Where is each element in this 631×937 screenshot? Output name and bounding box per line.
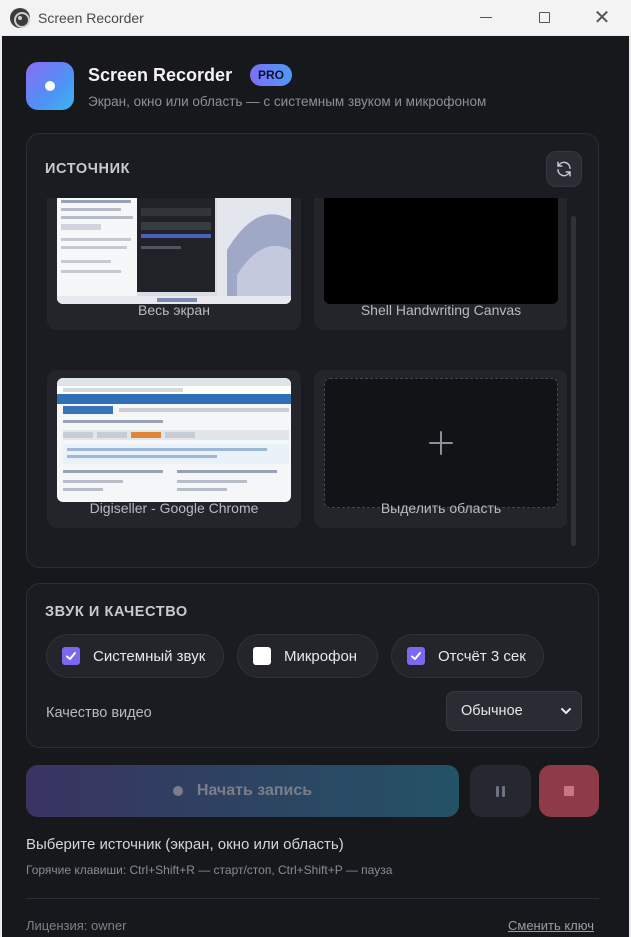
minimize-icon xyxy=(480,17,492,18)
window-title: Screen Recorder xyxy=(38,9,144,26)
app-icon xyxy=(10,7,30,28)
plus-icon xyxy=(429,431,453,455)
refresh-icon xyxy=(557,161,571,177)
source-label: Весь экран xyxy=(138,302,210,318)
sound-quality-panel: ЗВУК И КАЧЕСТВО Системный звук Микрофон … xyxy=(26,583,599,748)
start-recording-label: Начать запись xyxy=(196,782,313,799)
record-dot-icon xyxy=(172,786,183,796)
source-scrollbar[interactable] xyxy=(571,216,576,546)
pro-badge: PRO xyxy=(250,64,293,86)
stop-button[interactable] xyxy=(539,765,599,817)
video-quality-select[interactable]: Обычное xyxy=(446,691,582,731)
select-area-thumbnail xyxy=(324,378,558,508)
source-grid: Весь экран Shell Handwriting Canvas Digi… xyxy=(47,198,567,546)
source-card-full-screen[interactable]: Весь экран xyxy=(47,198,301,330)
hotkeys-hint: Горячие клавиши: Ctrl+Shift+R — старт/ст… xyxy=(26,863,393,877)
source-card-select-area[interactable]: Выделить область xyxy=(314,370,567,528)
checkbox-label: Отсчёт 3 сек xyxy=(438,647,526,665)
source-label: Выделить область xyxy=(380,500,502,516)
microphone-checkbox[interactable]: Микрофон xyxy=(237,634,378,678)
source-heading: ИСТОЧНИК xyxy=(45,161,131,177)
source-panel: ИСТОЧНИК Весь экран Shell Handwriting Ca… xyxy=(26,133,599,568)
maximize-button[interactable] xyxy=(515,0,573,35)
source-label: Digiseller - Google Chrome xyxy=(89,500,259,516)
source-card-google-chrome[interactable]: Digiseller - Google Chrome xyxy=(47,370,301,528)
close-icon: ✕ xyxy=(593,6,611,29)
checkbox-unchecked xyxy=(253,647,271,665)
check-icon xyxy=(66,652,76,660)
video-quality-label: Качество видео xyxy=(46,705,152,721)
sound-quality-heading: ЗВУК И КАЧЕСТВО xyxy=(45,604,188,620)
video-quality-value: Обычное xyxy=(461,703,523,719)
record-dot-icon xyxy=(45,81,55,91)
pause-button[interactable] xyxy=(470,765,531,817)
check-icon xyxy=(411,652,421,660)
checkbox-label: Системный звук xyxy=(93,647,206,665)
change-key-link[interactable]: Сменить ключ xyxy=(508,918,594,933)
browser-window-thumbnail xyxy=(57,378,291,502)
maximize-icon xyxy=(538,12,550,23)
pause-icon xyxy=(496,785,505,797)
footer-divider xyxy=(26,898,599,899)
source-label: Shell Handwriting Canvas xyxy=(360,302,522,318)
license-text: Лицензия: owner xyxy=(26,918,127,933)
close-button[interactable]: ✕ xyxy=(573,0,631,35)
app-title: Screen Recorder xyxy=(88,65,233,85)
window-controls: ✕ xyxy=(457,0,631,35)
system-sound-checkbox[interactable]: Системный звук xyxy=(46,634,224,678)
checkbox-label: Микрофон xyxy=(284,647,358,665)
app-subtitle: Экран, окно или область — с системным зв… xyxy=(88,94,487,109)
app-logo xyxy=(26,62,74,110)
checkbox-checked xyxy=(407,647,425,665)
window-thumbnail xyxy=(324,198,558,304)
checkbox-checked xyxy=(62,647,80,665)
app-window: Screen Recorder PRO Экран, окно или обла… xyxy=(2,36,629,937)
countdown-checkbox[interactable]: Отсчёт 3 сек xyxy=(391,634,544,678)
desktop-screen-thumbnail xyxy=(57,198,291,304)
source-card-shell-handwriting-canvas[interactable]: Shell Handwriting Canvas xyxy=(314,198,567,330)
start-recording-button[interactable]: Начать запись xyxy=(26,765,459,817)
minimize-button[interactable] xyxy=(457,0,515,35)
stop-icon xyxy=(564,786,574,796)
chevron-down-icon xyxy=(561,708,571,714)
window-titlebar: Screen Recorder ✕ xyxy=(0,0,631,35)
refresh-button[interactable] xyxy=(546,151,582,187)
status-message: Выберите источник (экран, окно или облас… xyxy=(26,836,344,853)
